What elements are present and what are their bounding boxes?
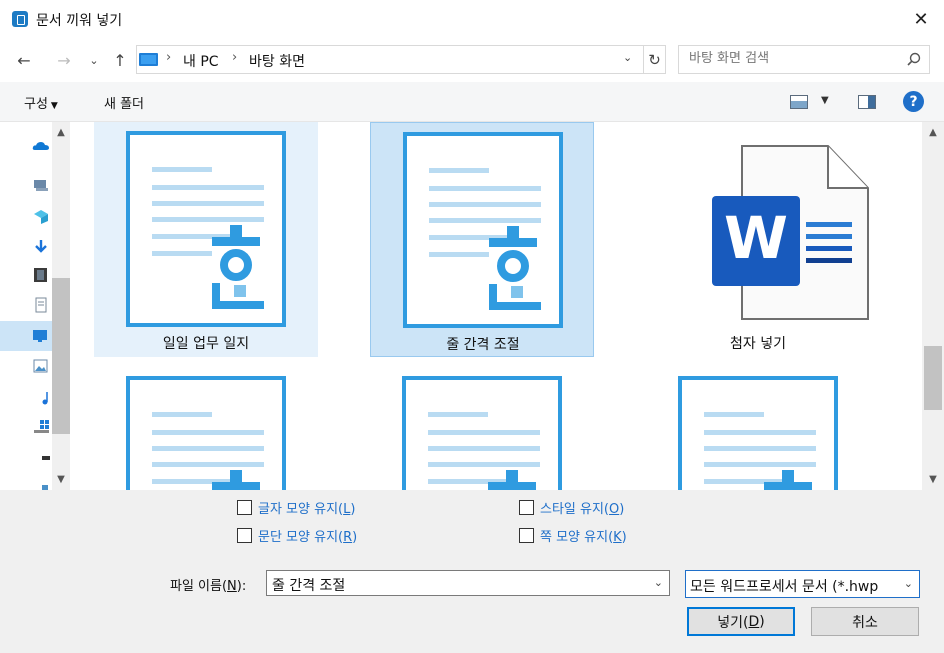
pictures-icon[interactable] (32, 358, 50, 374)
desktop-icon[interactable] (32, 328, 50, 344)
hwp-document-icon (126, 131, 286, 327)
recent-locations-chevron-icon[interactable]: ⌄ (82, 48, 106, 72)
hwp-document-icon (402, 376, 562, 490)
change-view-icon[interactable] (790, 95, 808, 109)
keep-para-shape-checkbox[interactable]: 문단 모양 유지(R) (237, 526, 357, 545)
search-input[interactable] (689, 51, 899, 66)
breadcrumb-this-pc[interactable]: 내 PC (183, 51, 219, 71)
back-arrow-icon[interactable]: ← (12, 48, 36, 72)
new-folder-button[interactable]: 새 폴더 (104, 93, 144, 112)
file-name: 첨자 넣기 (730, 336, 786, 352)
keep-para-shape-label: 문단 모양 유지(R) (258, 530, 358, 545)
filename-dropdown-chevron-icon[interactable]: ⌄ (654, 576, 663, 589)
breadcrumb-separator-icon[interactable]: › (232, 50, 237, 65)
title-bar: 문서 끼워 넣기 ✕ (0, 0, 944, 38)
file-list-scrollbar-thumb[interactable] (924, 346, 942, 410)
desktop-pc-icon[interactable] (32, 177, 50, 193)
keep-page-shape-label: 쪽 모양 유지(K) (540, 530, 627, 545)
file-name: 줄 간격 조절 (446, 337, 520, 353)
file-item[interactable]: W 첨자 넣기 (646, 122, 870, 357)
command-bar: 구성 ▼ 새 폴더 ▼ ? (0, 82, 944, 122)
up-arrow-icon[interactable]: ↑ (108, 48, 132, 72)
navigation-bar: ← → ⌄ ↑ › 내 PC › 바탕 화면 ⌄ ↻ (0, 38, 944, 82)
onedrive-icon[interactable] (32, 138, 50, 154)
checkbox-box[interactable] (237, 500, 252, 515)
address-history-chevron-icon[interactable]: ⌄ (623, 51, 632, 64)
file-list-scrollbar[interactable] (922, 122, 944, 490)
forward-arrow-icon[interactable]: → (52, 48, 76, 72)
keep-char-shape-label: 글자 모양 유지(L) (258, 502, 356, 517)
organize-button[interactable]: 구성 ▼ (24, 93, 58, 112)
hwp-document-icon (126, 376, 286, 490)
3d-objects-icon[interactable] (32, 209, 50, 225)
cancel-button[interactable]: 취소 (811, 607, 919, 636)
keep-style-label: 스타일 유지(O) (540, 502, 625, 517)
file-item[interactable] (94, 367, 318, 490)
view-options-dropdown-icon[interactable]: ▼ (821, 95, 829, 106)
filename-input[interactable]: 줄 간격 조절 (272, 575, 345, 595)
window-title: 문서 끼워 넣기 (36, 13, 123, 29)
breadcrumb-separator-icon[interactable]: › (166, 50, 171, 65)
filename-combobox[interactable]: 줄 간격 조절 ⌄ (266, 570, 670, 596)
scroll-down-arrow-icon[interactable]: ▼ (52, 471, 70, 488)
refresh-icon[interactable]: ↻ (643, 46, 665, 73)
breadcrumb-desktop[interactable]: 바탕 화면 (249, 51, 305, 71)
keep-style-checkbox[interactable]: 스타일 유지(O) (519, 498, 624, 517)
organize-dropdown-icon: ▼ (50, 101, 58, 111)
search-icon[interactable] (907, 52, 921, 66)
documents-icon[interactable] (32, 297, 50, 313)
search-box[interactable] (678, 45, 930, 74)
scroll-up-arrow-icon[interactable]: ▲ (52, 124, 70, 141)
hwp-app-icon (12, 11, 28, 27)
scroll-down-arrow-icon[interactable]: ▼ (922, 471, 944, 488)
navigation-pane-scrollbar-thumb[interactable] (52, 278, 70, 434)
organize-label: 구성 (24, 97, 48, 112)
windows-drive-icon[interactable] (32, 418, 50, 434)
scroll-up-arrow-icon[interactable]: ▲ (922, 124, 944, 141)
filetype-select[interactable]: 모든 워드프로세서 문서 (*.hwp ⌄ (685, 570, 920, 598)
filetype-dropdown-chevron-icon[interactable]: ⌄ (901, 577, 913, 590)
filetype-value: 모든 워드프로세서 문서 (*.hwp (690, 579, 879, 595)
keep-page-shape-checkbox[interactable]: 쪽 모양 유지(K) (519, 526, 627, 545)
filename-label: 파일 이름(N): (170, 579, 247, 594)
insert-button[interactable]: 넣기(D) (687, 607, 795, 636)
checkbox-box[interactable] (519, 500, 534, 515)
downloads-icon[interactable] (32, 239, 50, 255)
file-name: 일일 업무 일지 (162, 336, 250, 352)
checkbox-box[interactable] (519, 528, 534, 543)
address-bar[interactable]: › 내 PC › 바탕 화면 ⌄ ↻ (136, 45, 666, 74)
file-item[interactable] (646, 367, 870, 490)
preview-pane-icon[interactable] (858, 95, 876, 109)
insert-options-panel: 글자 모양 유지(L) 문단 모양 유지(R) 스타일 유지(O) 쪽 모양 유… (0, 490, 944, 653)
file-item-selected[interactable]: 줄 간격 조절 (370, 122, 594, 357)
keep-char-shape-checkbox[interactable]: 글자 모양 유지(L) (237, 498, 355, 517)
file-item[interactable]: 일일 업무 일지 (94, 122, 318, 357)
this-pc-icon (139, 53, 158, 66)
file-list-view: 일일 업무 일지 줄 간격 조절 W 첨자 넣기 (70, 122, 922, 490)
checkbox-box[interactable] (237, 528, 252, 543)
svg-text:W: W (724, 204, 788, 272)
hwp-document-icon (403, 132, 563, 328)
file-item[interactable] (370, 367, 594, 490)
close-button[interactable]: ✕ (898, 0, 944, 38)
videos-icon[interactable] (32, 267, 50, 283)
hwp-document-icon (678, 376, 838, 490)
network-drive-icon[interactable] (32, 452, 50, 468)
usb-drive-icon[interactable] (32, 482, 50, 490)
help-icon[interactable]: ? (903, 91, 924, 112)
navigation-pane: ▲ ▼ (0, 122, 70, 490)
word-document-icon: W (712, 145, 869, 320)
music-icon[interactable] (32, 390, 50, 406)
